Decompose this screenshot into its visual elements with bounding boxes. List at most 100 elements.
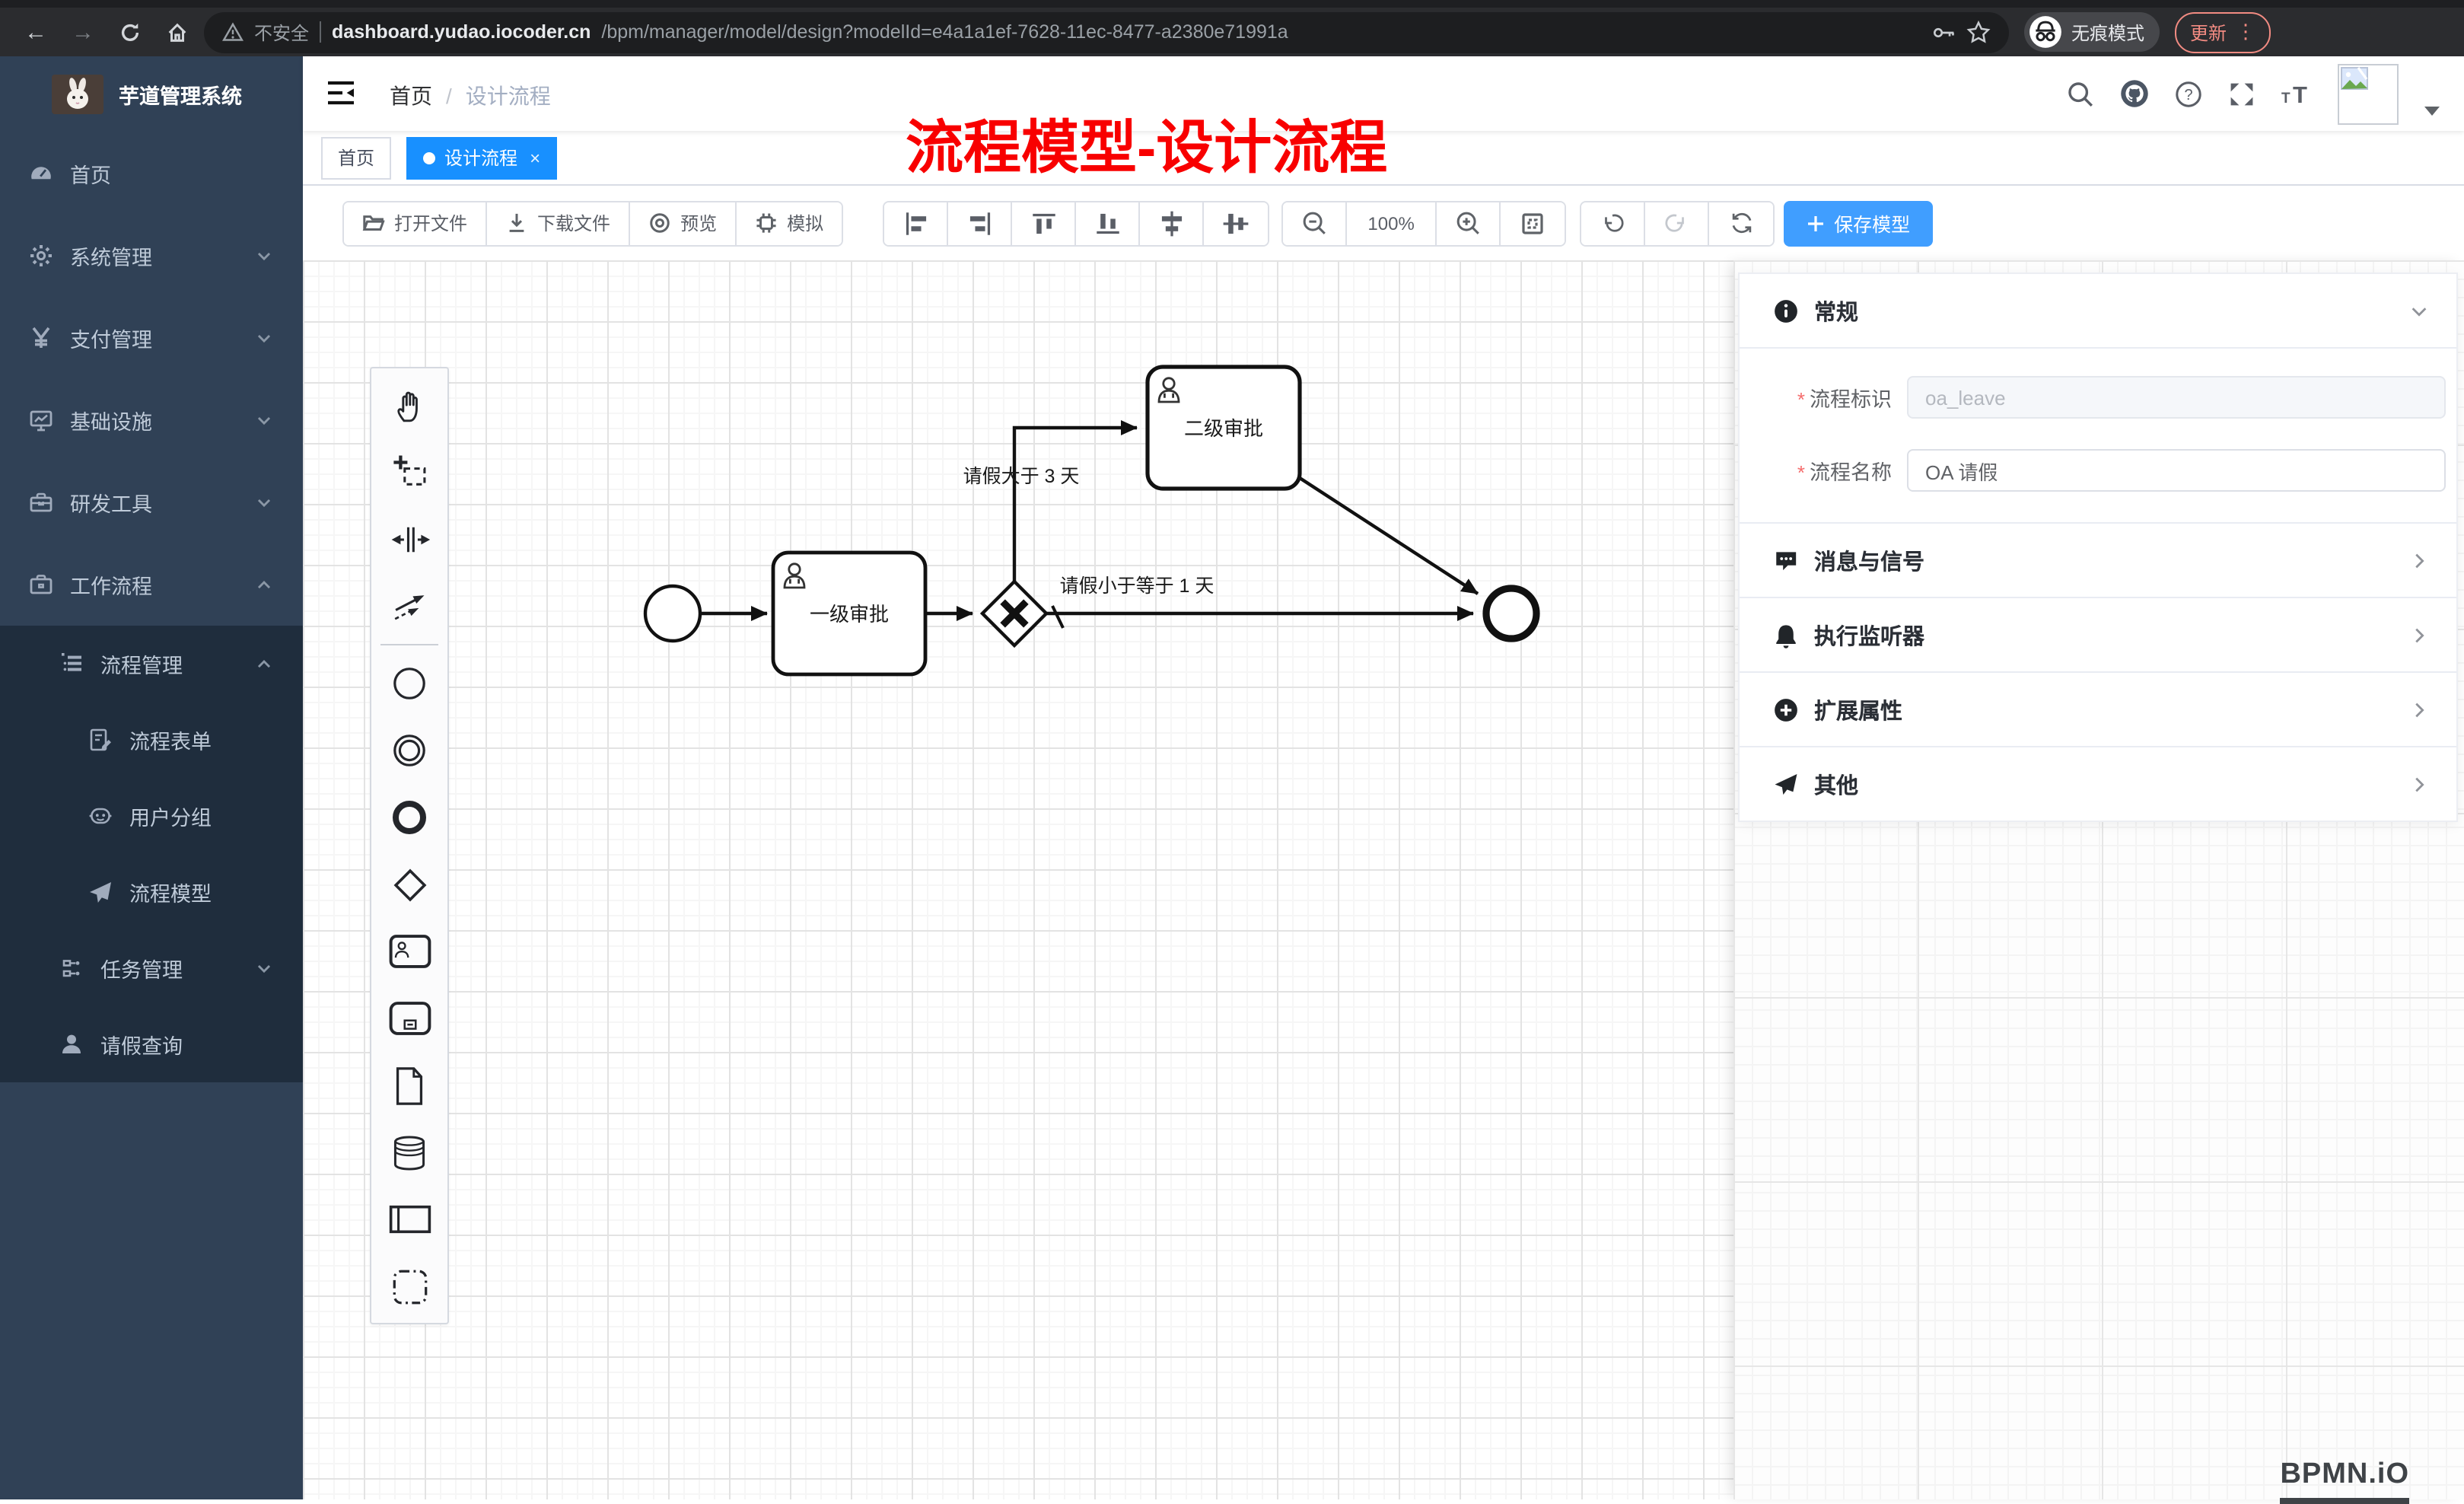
save-model-button[interactable]: 保存模型 <box>1784 200 1933 246</box>
sidebar-collapse-icon[interactable] <box>326 78 356 108</box>
breadcrumb-home[interactable]: 首页 <box>390 81 432 111</box>
user-task-node-2[interactable]: 二级审批 <box>1148 367 1300 489</box>
global-connect-tool[interactable] <box>371 572 447 639</box>
close-icon[interactable]: × <box>530 147 540 168</box>
start-event-node[interactable] <box>645 586 700 641</box>
create-data-object[interactable] <box>371 1052 447 1119</box>
sidebar-item-leave-query[interactable]: 请假查询 <box>0 1006 303 1082</box>
browser-menu-icon[interactable]: ⋮ <box>2236 20 2255 44</box>
chevron-right-icon <box>2409 550 2429 570</box>
create-participant[interactable] <box>371 1186 447 1253</box>
browser-reload-button[interactable] <box>110 11 151 53</box>
required-mark: * <box>1797 388 1805 411</box>
align-left-button[interactable] <box>884 202 948 244</box>
sidebar-item-devtools[interactable]: 研发工具 <box>0 461 303 543</box>
create-gateway[interactable] <box>371 851 447 918</box>
undo-button[interactable] <box>1581 202 1645 244</box>
align-top-button[interactable] <box>1012 202 1076 244</box>
sidebar-item-home[interactable]: 首页 <box>0 132 303 215</box>
bookmark-star-icon[interactable] <box>1966 20 1991 44</box>
section-label: 扩展属性 <box>1814 693 1902 725</box>
section-general[interactable]: 常规 <box>1740 274 2456 349</box>
end-event-node[interactable] <box>1486 588 1536 639</box>
align-center-horizontal-button[interactable] <box>1140 202 1204 244</box>
flow-label-lte1[interactable]: 请假小于等于 1 天 <box>1060 575 1214 597</box>
redo-button[interactable] <box>1645 202 1709 244</box>
url-bar[interactable]: 不安全 dashboard.yudao.iocoder.cn /bpm/mana… <box>204 11 2009 53</box>
create-data-store[interactable] <box>371 1119 447 1186</box>
svg-text:?: ? <box>2184 86 2192 103</box>
github-icon[interactable] <box>2120 79 2149 108</box>
sidebar-item-user-group[interactable]: 用户分组 <box>0 778 303 854</box>
preview-button[interactable]: 预览 <box>630 202 737 244</box>
browser-back-button[interactable]: ← <box>15 11 56 53</box>
font-size-icon[interactable]: TT <box>2281 80 2312 107</box>
top-navbar: 首页 / 设计流程 ? TT <box>303 56 2464 131</box>
section-other[interactable]: 其他 <box>1740 747 2456 821</box>
general-fields: *流程标识 *流程名称 <box>1740 349 2456 524</box>
paper-plane-icon <box>88 880 113 904</box>
fit-viewport-button[interactable] <box>1501 202 1565 244</box>
open-file-button[interactable]: 打开文件 <box>344 202 487 244</box>
avatar-caret-icon[interactable] <box>2424 106 2440 115</box>
align-center-vertical-button[interactable] <box>1204 202 1268 244</box>
section-label: 消息与信号 <box>1814 544 1924 576</box>
properties-panel: 常规 *流程标识 *流程名称 <box>1733 260 2464 1499</box>
avatar[interactable] <box>2338 63 2399 124</box>
process-key-input[interactable] <box>1907 376 2446 419</box>
create-intermediate-event[interactable] <box>371 717 447 784</box>
zoom-out-button[interactable] <box>1283 202 1347 244</box>
sidebar-item-system[interactable]: 系统管理 <box>0 215 303 297</box>
zoom-level: 100% <box>1347 202 1437 244</box>
user-task-node-1[interactable]: 一级审批 <box>773 553 925 674</box>
update-label: 更新 <box>2190 19 2227 45</box>
create-group[interactable] <box>371 1253 447 1320</box>
sidebar-item-process-mgmt[interactable]: 流程管理 <box>0 626 303 702</box>
create-user-task[interactable] <box>371 918 447 985</box>
section-extension-attrs[interactable]: 扩展属性 <box>1740 673 2456 747</box>
create-end-event[interactable] <box>371 784 447 851</box>
sidebar-item-payment[interactable]: 支付管理 <box>0 297 303 379</box>
search-icon[interactable] <box>2067 80 2094 107</box>
zoom-in-button[interactable] <box>1437 202 1501 244</box>
browser-home-button[interactable] <box>157 11 198 53</box>
browser-forward-button[interactable]: → <box>62 11 103 53</box>
message-icon <box>1773 547 1799 573</box>
lasso-tool[interactable] <box>371 438 447 505</box>
sidebar-item-process-form[interactable]: 流程表单 <box>0 702 303 778</box>
url-host: dashboard.yudao.iocoder.cn <box>332 21 591 43</box>
create-start-event[interactable] <box>371 650 447 717</box>
section-label: 执行监听器 <box>1814 619 1924 651</box>
sidebar-item-task-mgmt[interactable]: 任务管理 <box>0 930 303 1006</box>
align-right-button[interactable] <box>948 202 1012 244</box>
sidebar-item-infra[interactable]: 基础设施 <box>0 379 303 461</box>
browser-update-button[interactable]: 更新 ⋮ <box>2175 11 2271 53</box>
section-execution-listener[interactable]: 执行监听器 <box>1740 598 2456 673</box>
password-key-icon[interactable] <box>1933 21 1956 43</box>
fullscreen-icon[interactable] <box>2228 80 2255 107</box>
create-sub-process[interactable] <box>371 985 447 1052</box>
org-tree-icon <box>59 956 84 980</box>
simulate-button[interactable]: 模拟 <box>737 202 842 244</box>
flow-label-gt3[interactable]: 请假大于 3 天 <box>963 466 1080 487</box>
tab-design-process[interactable]: 设计流程 × <box>406 136 557 179</box>
hand-tool[interactable] <box>371 371 447 438</box>
section-message-signal[interactable]: 消息与信号 <box>1740 524 2456 598</box>
tab-home[interactable]: 首页 <box>321 136 391 179</box>
align-bottom-button[interactable] <box>1076 202 1140 244</box>
process-name-input[interactable] <box>1907 449 2446 492</box>
exclusive-gateway-node[interactable] <box>982 582 1046 645</box>
bpmn-canvas[interactable]: 一级审批 二级审批 <box>303 260 2464 1499</box>
space-tool[interactable] <box>371 505 447 572</box>
sidebar-item-workflow[interactable]: 工作流程 <box>0 543 303 626</box>
required-mark: * <box>1797 461 1805 484</box>
yen-icon <box>29 326 53 350</box>
download-file-button[interactable]: 下载文件 <box>487 202 630 244</box>
sidebar-item-process-model[interactable]: 流程模型 <box>0 854 303 930</box>
flow-gateway-to-task2[interactable] <box>1014 428 1137 582</box>
app-logo[interactable]: 芋道管理系统 <box>0 56 303 132</box>
bpmn-diagram: 一级审批 二级审批 <box>303 260 1733 1499</box>
flow-task2-to-end[interactable] <box>1300 478 1478 594</box>
help-icon[interactable]: ? <box>2175 80 2202 107</box>
refresh-button[interactable] <box>1709 202 1773 244</box>
